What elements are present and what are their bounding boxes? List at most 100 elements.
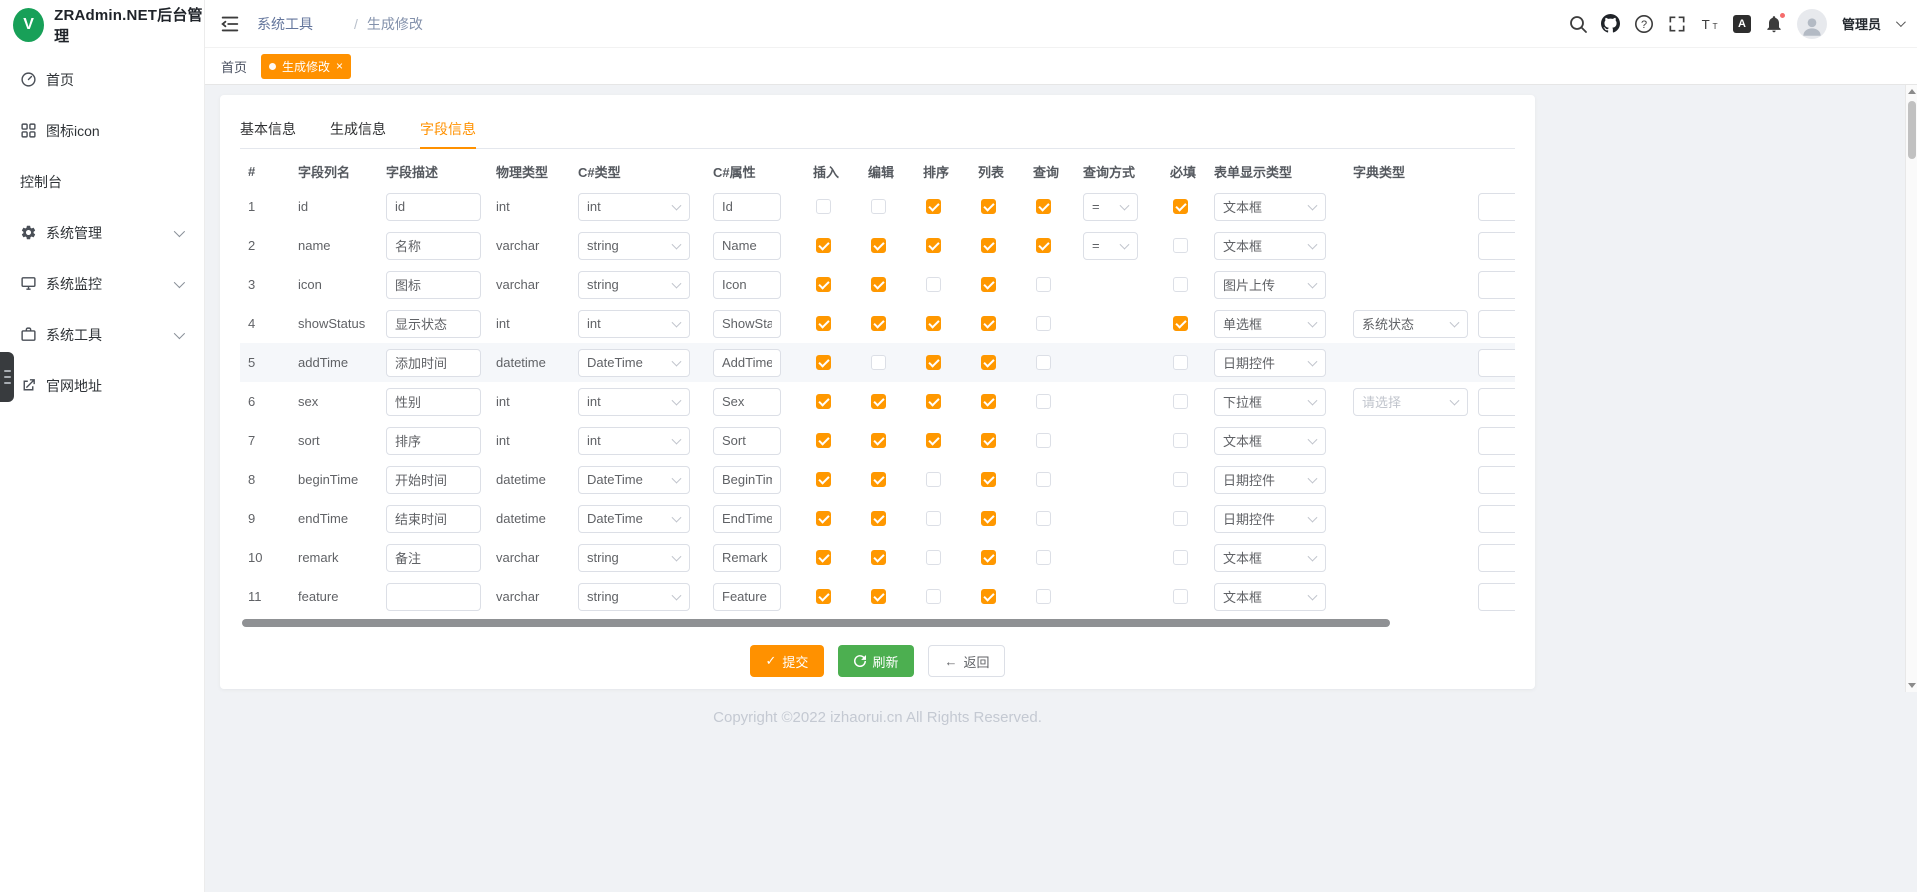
tab-generate-info[interactable]: 生成信息 [330, 111, 386, 148]
insert-checkbox[interactable] [816, 316, 831, 331]
description-input[interactable] [386, 232, 481, 260]
required-checkbox[interactable] [1173, 316, 1188, 331]
extra-input[interactable] [1478, 466, 1515, 494]
csharp-property-input[interactable] [713, 388, 781, 416]
description-input[interactable] [386, 349, 481, 377]
sort-checkbox[interactable] [926, 277, 941, 292]
edit-checkbox[interactable] [871, 238, 886, 253]
edit-checkbox[interactable] [871, 394, 886, 409]
font-size-icon[interactable]: TT [1700, 14, 1720, 34]
csharp-type-select[interactable]: DateTime [578, 349, 690, 377]
refresh-button[interactable]: 刷新 [838, 645, 914, 677]
list-checkbox[interactable] [981, 277, 996, 292]
csharp-property-input[interactable] [713, 193, 781, 221]
display-type-select[interactable]: 文本框 [1214, 427, 1326, 455]
display-type-select[interactable]: 日期控件 [1214, 505, 1326, 533]
sort-checkbox[interactable] [926, 550, 941, 565]
display-type-select[interactable]: 图片上传 [1214, 271, 1326, 299]
edit-checkbox[interactable] [871, 277, 886, 292]
sidebar-item-system-admin[interactable]: 系统管理 [0, 207, 204, 258]
required-checkbox[interactable] [1173, 550, 1188, 565]
edit-checkbox[interactable] [871, 550, 886, 565]
csharp-type-select[interactable]: int [578, 427, 690, 455]
description-input[interactable] [386, 388, 481, 416]
github-icon[interactable] [1601, 14, 1621, 34]
insert-checkbox[interactable] [816, 355, 831, 370]
csharp-property-input[interactable] [713, 427, 781, 455]
sort-checkbox[interactable] [926, 238, 941, 253]
display-type-select[interactable]: 文本框 [1214, 583, 1326, 611]
csharp-property-input[interactable] [713, 544, 781, 572]
list-checkbox[interactable] [981, 472, 996, 487]
sort-checkbox[interactable] [926, 394, 941, 409]
tab-field-info[interactable]: 字段信息 [420, 111, 476, 148]
description-input[interactable] [386, 427, 481, 455]
list-checkbox[interactable] [981, 238, 996, 253]
csharp-property-input[interactable] [713, 310, 781, 338]
required-checkbox[interactable] [1173, 472, 1188, 487]
extra-input[interactable] [1478, 349, 1515, 377]
list-checkbox[interactable] [981, 316, 996, 331]
sort-checkbox[interactable] [926, 199, 941, 214]
list-checkbox[interactable] [981, 433, 996, 448]
extra-input[interactable] [1478, 583, 1515, 611]
description-input[interactable] [386, 271, 481, 299]
settings-drawer-handle[interactable] [0, 352, 14, 402]
avatar[interactable] [1797, 9, 1827, 39]
dict-type-select[interactable]: 请选择 [1353, 388, 1468, 416]
query-checkbox[interactable] [1036, 277, 1051, 292]
horizontal-scrollbar-thumb[interactable] [242, 619, 1390, 627]
csharp-property-input[interactable] [713, 466, 781, 494]
sidebar-item-system-monitor[interactable]: 系统监控 [0, 258, 204, 309]
csharp-property-input[interactable] [713, 505, 781, 533]
csharp-property-input[interactable] [713, 232, 781, 260]
csharp-type-select[interactable]: DateTime [578, 505, 690, 533]
insert-checkbox[interactable] [816, 238, 831, 253]
required-checkbox[interactable] [1173, 199, 1188, 214]
sort-checkbox[interactable] [926, 589, 941, 604]
csharp-type-select[interactable]: string [578, 583, 690, 611]
query-checkbox[interactable] [1036, 589, 1051, 604]
insert-checkbox[interactable] [816, 550, 831, 565]
description-input[interactable] [386, 310, 481, 338]
required-checkbox[interactable] [1173, 511, 1188, 526]
list-checkbox[interactable] [981, 511, 996, 526]
query-checkbox[interactable] [1036, 316, 1051, 331]
description-input[interactable] [386, 193, 481, 221]
help-icon[interactable]: ? [1634, 14, 1654, 34]
required-checkbox[interactable] [1173, 394, 1188, 409]
display-type-select[interactable]: 日期控件 [1214, 349, 1326, 377]
username[interactable]: 管理员 [1842, 14, 1881, 33]
list-checkbox[interactable] [981, 394, 996, 409]
sidebar-item-system-tools[interactable]: 系统工具 [0, 309, 204, 360]
display-type-select[interactable]: 单选框 [1214, 310, 1326, 338]
query-checkbox[interactable] [1036, 199, 1051, 214]
tag-active[interactable]: 生成修改 × [261, 54, 351, 79]
csharp-property-input[interactable] [713, 271, 781, 299]
csharp-type-select[interactable]: string [578, 271, 690, 299]
required-checkbox[interactable] [1173, 238, 1188, 253]
sidebar-item-console[interactable]: 控制台 [0, 156, 204, 207]
description-input[interactable] [386, 583, 481, 611]
insert-checkbox[interactable] [816, 589, 831, 604]
collapse-sidebar-icon[interactable] [219, 13, 241, 35]
sort-checkbox[interactable] [926, 316, 941, 331]
csharp-type-select[interactable]: int [578, 388, 690, 416]
extra-input[interactable] [1478, 271, 1515, 299]
list-checkbox[interactable] [981, 355, 996, 370]
search-icon[interactable] [1568, 14, 1588, 34]
sort-checkbox[interactable] [926, 355, 941, 370]
edit-checkbox[interactable] [871, 316, 886, 331]
tab-basic-info[interactable]: 基本信息 [240, 111, 296, 148]
insert-checkbox[interactable] [816, 511, 831, 526]
edit-checkbox[interactable] [871, 511, 886, 526]
insert-checkbox[interactable] [816, 472, 831, 487]
csharp-type-select[interactable]: DateTime [578, 466, 690, 494]
sort-checkbox[interactable] [926, 433, 941, 448]
sidebar-item-icons[interactable]: 图标icon [0, 105, 204, 156]
display-type-select[interactable]: 下拉框 [1214, 388, 1326, 416]
list-checkbox[interactable] [981, 589, 996, 604]
query-checkbox[interactable] [1036, 550, 1051, 565]
extra-input[interactable] [1478, 232, 1515, 260]
display-type-select[interactable]: 日期控件 [1214, 466, 1326, 494]
